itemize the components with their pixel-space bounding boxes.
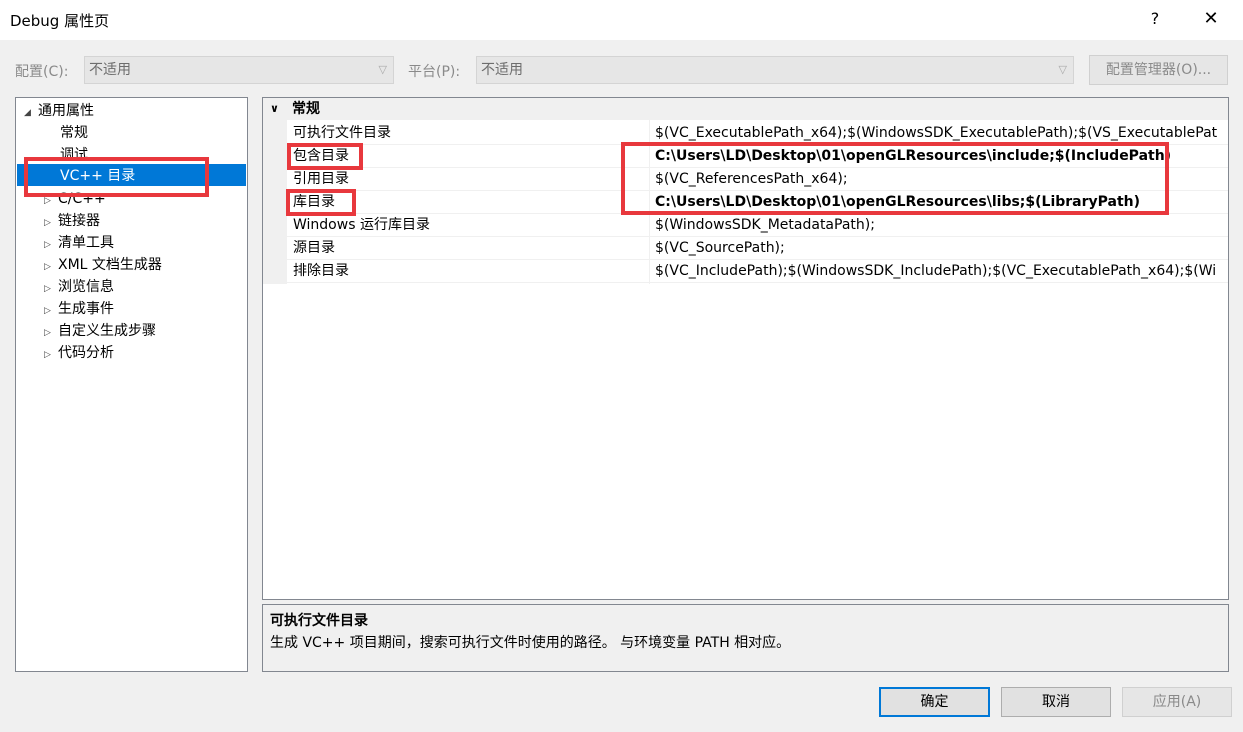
tree-item-custom-build-step[interactable]: ▷ 自定义生成步骤 — [44, 320, 156, 342]
chevron-down-icon: ▽ — [378, 63, 387, 76]
tree-item-code-analysis[interactable]: ▷ 代码分析 — [44, 342, 114, 364]
collapsed-triangle-icon[interactable]: ▷ — [44, 278, 58, 300]
chevron-down-icon[interactable]: ∨ — [270, 98, 279, 120]
annotation-box-values — [621, 142, 1169, 215]
apply-button[interactable]: 应用(A) — [1122, 687, 1232, 717]
tree-item-linker[interactable]: ▷ 链接器 — [44, 210, 100, 232]
collapsed-triangle-icon[interactable]: ▷ — [44, 344, 58, 366]
cancel-button[interactable]: 取消 — [1001, 687, 1111, 717]
property-value[interactable]: $(VC_SourcePath); — [655, 237, 785, 259]
tree-item-label: 生成事件 — [58, 301, 114, 317]
collapsed-triangle-icon[interactable]: ▷ — [44, 256, 58, 278]
collapsed-triangle-icon[interactable]: ▷ — [44, 322, 58, 344]
property-name: Windows 运行库目录 — [293, 217, 430, 233]
title-bar — [0, 0, 1243, 40]
property-name: 源目录 — [293, 240, 335, 256]
platform-select-value: 不适用 — [481, 62, 523, 78]
annotation-box-tree — [24, 157, 209, 197]
tree-item-label: 代码分析 — [58, 345, 114, 361]
collapsed-triangle-icon[interactable]: ▷ — [44, 212, 58, 234]
close-button[interactable]: ✕ — [1194, 6, 1228, 32]
tree-item-label: 浏览信息 — [58, 279, 114, 295]
annotation-box-library-label — [286, 189, 356, 216]
property-row-exclude-dirs[interactable]: 排除目录 $(VC_IncludePath);$(WindowsSDK_Incl… — [287, 260, 1228, 283]
config-select[interactable]: 不适用 ▽ — [84, 56, 394, 84]
property-name: 可执行文件目录 — [293, 125, 391, 141]
window-title: Debug 属性页 — [10, 12, 110, 30]
property-value[interactable]: $(VC_IncludePath);$(WindowsSDK_IncludePa… — [655, 260, 1216, 282]
property-value[interactable]: $(WindowsSDK_MetadataPath); — [655, 214, 875, 236]
platform-label: 平台(P): — [408, 64, 461, 80]
tree-item-general[interactable]: 常规 — [60, 122, 88, 144]
tree-item-manifest-tool[interactable]: ▷ 清单工具 — [44, 232, 114, 254]
platform-select[interactable]: 不适用 ▽ — [476, 56, 1074, 84]
property-name: 引用目录 — [293, 171, 349, 187]
config-select-value: 不适用 — [89, 62, 131, 78]
tree-item-label: 通用属性 — [38, 103, 94, 119]
tree-item-label: 清单工具 — [58, 235, 114, 251]
category-label: 常规 — [292, 101, 320, 117]
expanded-triangle-icon[interactable]: ◢ — [24, 102, 38, 124]
tree-item-label: 链接器 — [58, 213, 100, 229]
property-value[interactable]: $(VC_ExecutablePath_x64);$(WindowsSDK_Ex… — [655, 122, 1217, 144]
config-manager-button[interactable]: 配置管理器(O)... — [1089, 55, 1228, 85]
tree-item-common-properties[interactable]: ◢ 通用属性 — [24, 100, 94, 122]
annotation-box-include-label — [287, 143, 363, 170]
help-button[interactable]: ? — [1140, 6, 1170, 32]
category-row[interactable]: ∨ 常规 — [263, 98, 1228, 120]
tree-item-xml-doc-generator[interactable]: ▷ XML 文档生成器 — [44, 254, 162, 276]
tree-item-build-events[interactable]: ▷ 生成事件 — [44, 298, 114, 320]
property-name: 排除目录 — [293, 263, 349, 279]
property-row-windows-runtime-dirs[interactable]: Windows 运行库目录 $(WindowsSDK_MetadataPath)… — [287, 214, 1228, 237]
grid-gutter — [263, 98, 287, 284]
description-text: 生成 VC++ 项目期间，搜索可执行文件时使用的路径。 与环境变量 PATH 相… — [270, 635, 791, 651]
collapsed-triangle-icon[interactable]: ▷ — [44, 234, 58, 256]
chevron-down-icon: ▽ — [1058, 63, 1067, 76]
tree-item-label: 自定义生成步骤 — [58, 323, 156, 339]
tree-item-label: XML 文档生成器 — [58, 257, 162, 273]
description-title: 可执行文件目录 — [270, 613, 368, 629]
ok-button[interactable]: 确定 — [879, 687, 990, 717]
collapsed-triangle-icon[interactable]: ▷ — [44, 300, 58, 322]
config-label: 配置(C): — [15, 64, 69, 80]
property-row-source-dirs[interactable]: 源目录 $(VC_SourcePath); — [287, 237, 1228, 260]
description-panel: 可执行文件目录 生成 VC++ 项目期间，搜索可执行文件时使用的路径。 与环境变… — [262, 604, 1229, 672]
tree-item-browse-information[interactable]: ▷ 浏览信息 — [44, 276, 114, 298]
